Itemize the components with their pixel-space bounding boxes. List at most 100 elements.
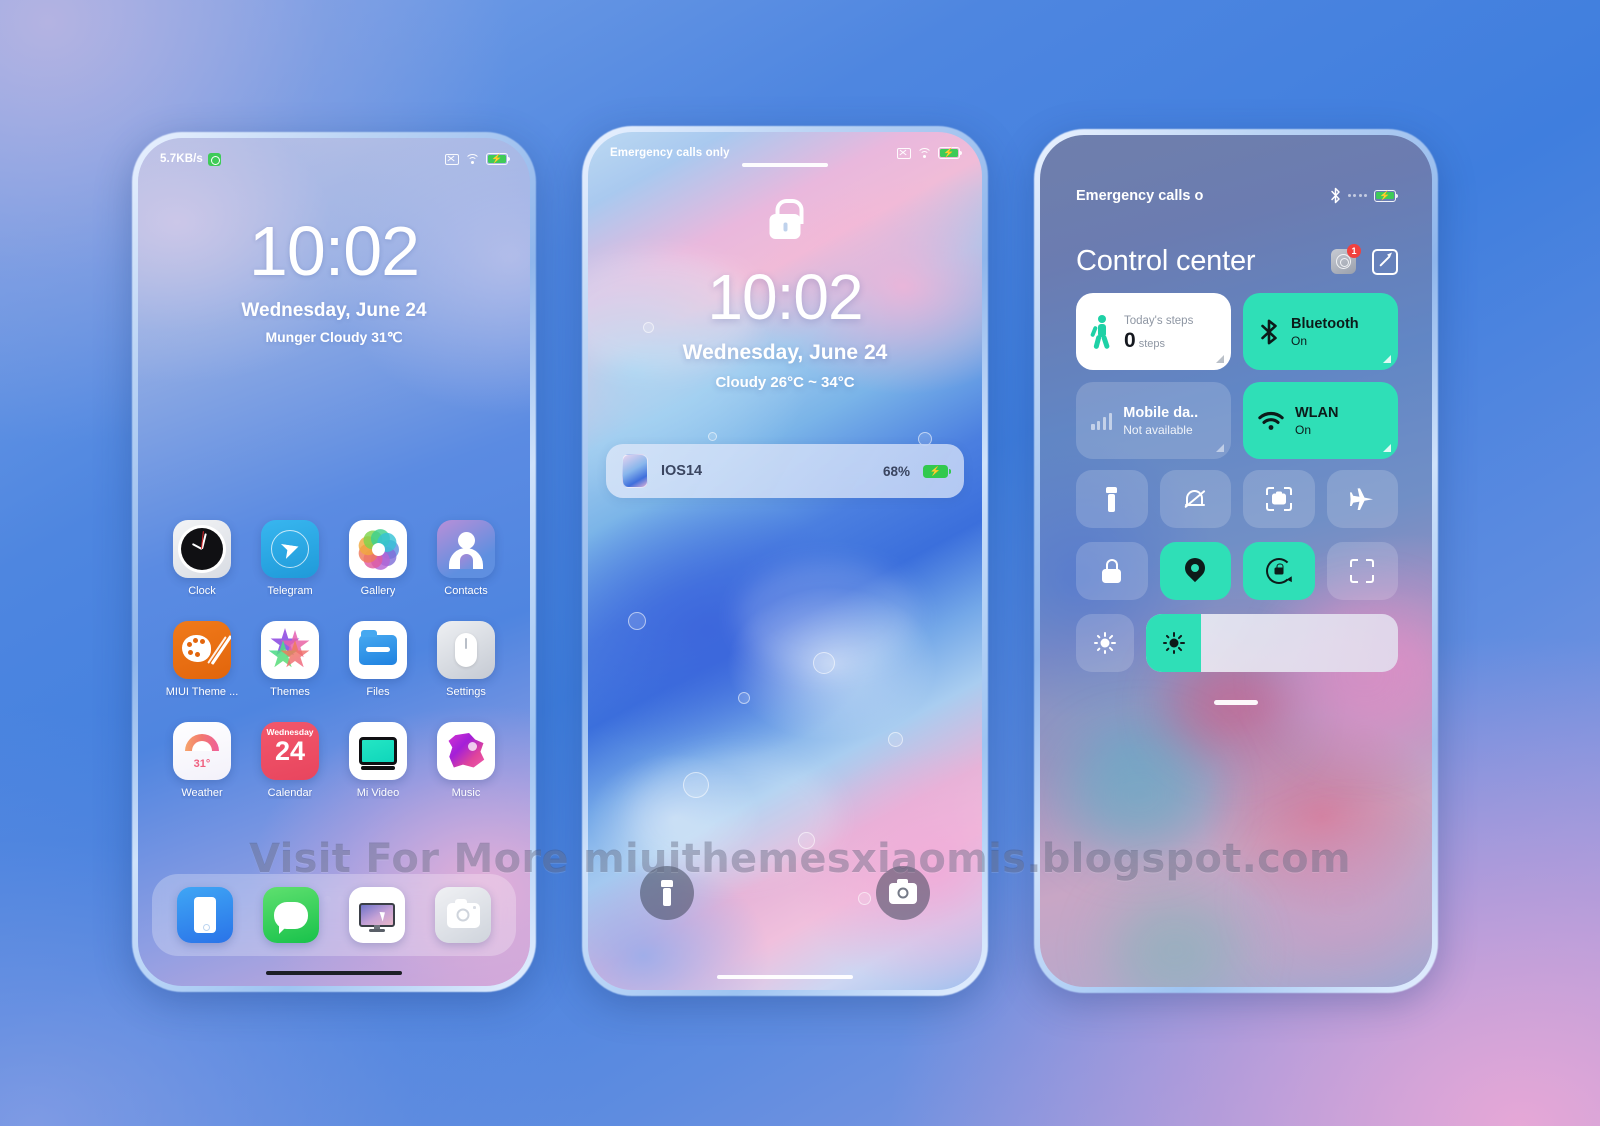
control-center-display: Emergency calls o ⚡ Control center 1 Tod…: [1040, 135, 1432, 987]
app-label: Themes: [270, 686, 310, 698]
toggle-location[interactable]: [1159, 542, 1231, 600]
app-gallery[interactable]: Gallery: [334, 520, 422, 597]
home-date: Wednesday, June 24: [241, 300, 427, 321]
app-telegram[interactable]: Telegram: [246, 520, 334, 597]
dock-app-camera[interactable]: [435, 887, 491, 943]
wifi-icon: [917, 147, 932, 159]
expand-corner-icon: [1383, 444, 1391, 452]
notification-card[interactable]: IOS14 68% ⚡: [606, 444, 964, 498]
alarm-badge-icon: [207, 152, 221, 166]
padlock-icon: [769, 199, 803, 239]
screenshot-icon: [1265, 487, 1292, 511]
app-settings[interactable]: Settings: [422, 621, 510, 698]
battery-charging-icon: ⚡: [923, 464, 951, 478]
app-mi-video[interactable]: Mi Video: [334, 722, 422, 799]
toggle-scanner[interactable]: [1326, 542, 1398, 600]
tile-state: On: [1295, 422, 1312, 437]
weather-icon: 31°: [173, 722, 231, 780]
themes-icon: [261, 621, 319, 679]
close-handle[interactable]: [1214, 700, 1258, 705]
lock-screen-display: Emergency calls only ⚡ 10:02 Wednesday, …: [588, 132, 982, 990]
camera-icon: [435, 887, 491, 943]
control-center-tiles: Today's steps 0 steps Bluetooth On Mobil…: [1076, 293, 1398, 459]
expand-corner-icon: [1216, 444, 1224, 452]
dock-app-phone[interactable]: [177, 887, 233, 943]
control-center-toggles: [1076, 470, 1398, 600]
notification-badge: 1: [1347, 244, 1361, 258]
dock-app-remote-desktop[interactable]: [349, 887, 405, 943]
app-weather[interactable]: 31° Weather: [158, 722, 246, 799]
notification-title: IOS14: [661, 463, 703, 479]
lock-clock-block: 10:02 Wednesday, June 24 Cloudy 26°C ~ 3…: [588, 265, 982, 391]
brightness-auto-icon: [1093, 631, 1117, 655]
app-files[interactable]: Files: [334, 621, 422, 698]
toggle-airplane-mode[interactable]: [1326, 470, 1398, 528]
weather-widget-temp: 31°: [193, 758, 211, 770]
app-label: Calendar: [267, 787, 313, 799]
toggle-rotation-lock[interactable]: [1243, 542, 1315, 600]
home-indicator[interactable]: [717, 974, 853, 979]
lock-status-bar: Emergency calls only ⚡: [588, 132, 982, 166]
app-contacts[interactable]: Contacts: [422, 520, 510, 597]
battery-charging-icon: ⚡: [1374, 189, 1399, 202]
signal-bars-icon: [1091, 411, 1113, 430]
tile-mobile-data[interactable]: Mobile da.. Not available: [1076, 382, 1231, 459]
control-center-status-bar: Emergency calls o ⚡: [1040, 187, 1432, 204]
toggle-flashlight[interactable]: [1076, 470, 1148, 528]
phone-icon: [177, 887, 233, 943]
scan-frame-icon: [1350, 559, 1375, 583]
tile-steps[interactable]: Today's steps 0 steps: [1076, 293, 1231, 370]
phone-home-screen: 5.7KB/s ⚡ 10:02 Wednesday, June 24 Munge…: [132, 132, 536, 992]
toggle-silent[interactable]: [1159, 470, 1231, 528]
app-music[interactable]: Music: [422, 722, 510, 799]
lock-time: 10:02: [707, 261, 863, 333]
tile-title: Today's steps: [1124, 314, 1194, 327]
calendar-day: 24: [274, 736, 306, 766]
app-label: Weather: [181, 787, 223, 799]
edit-pencil-icon[interactable]: [1372, 248, 1398, 275]
home-clock-block: 10:02 Wednesday, June 24 Munger Cloudy 3…: [138, 216, 530, 346]
no-sim-icon: [897, 147, 911, 159]
signal-dots-icon: [1347, 194, 1367, 197]
steps-unit: steps: [1138, 337, 1165, 350]
toggle-lock-screen[interactable]: [1076, 542, 1148, 600]
settings-icon: [437, 621, 495, 679]
app-calendar[interactable]: Wednesday 24 Calendar: [246, 722, 334, 799]
telegram-icon: [261, 520, 319, 578]
home-weather: Munger Cloudy 31℃: [265, 329, 403, 345]
bell-muted-icon: [1183, 487, 1207, 511]
flashlight-button[interactable]: [640, 866, 694, 920]
brightness-row: [1076, 614, 1398, 672]
app-clock[interactable]: Clock: [158, 520, 246, 597]
app-label: Clock: [188, 585, 216, 597]
calendar-icon: Wednesday 24: [261, 722, 319, 780]
flashlight-icon: [661, 880, 673, 906]
pull-handle[interactable]: [742, 163, 828, 167]
location-pin-icon: [1181, 553, 1210, 584]
camera-button[interactable]: [876, 866, 930, 920]
theme-thumbnail: [622, 454, 648, 488]
dock-app-messages[interactable]: [263, 887, 319, 943]
tile-state: On: [1291, 333, 1308, 348]
padlock-icon: [1102, 559, 1122, 583]
camera-icon: [889, 879, 917, 904]
brightness-slider[interactable]: [1146, 614, 1398, 672]
clock-icon: [173, 520, 231, 578]
page-title: Control center: [1076, 245, 1256, 277]
mi-video-icon: [349, 722, 407, 780]
tile-bluetooth[interactable]: Bluetooth On: [1243, 293, 1398, 370]
home-status-bar: 5.7KB/s ⚡: [138, 138, 530, 172]
tile-title: WLAN: [1295, 404, 1339, 421]
home-indicator[interactable]: [266, 970, 402, 975]
toggle-screenshot[interactable]: [1243, 470, 1315, 528]
app-miui-theme[interactable]: MIUI Theme ...: [158, 621, 246, 698]
gear-icon[interactable]: 1: [1331, 244, 1361, 274]
tile-wlan[interactable]: WLAN On: [1243, 382, 1398, 459]
brightness-auto-button[interactable]: [1076, 614, 1134, 672]
remote-desktop-icon: [349, 887, 405, 943]
app-label: Contacts: [444, 585, 488, 597]
app-label: Gallery: [360, 585, 396, 597]
control-center-header: Control center 1: [1076, 244, 1398, 278]
app-themes[interactable]: Themes: [246, 621, 334, 698]
lock-actions: [588, 866, 982, 920]
